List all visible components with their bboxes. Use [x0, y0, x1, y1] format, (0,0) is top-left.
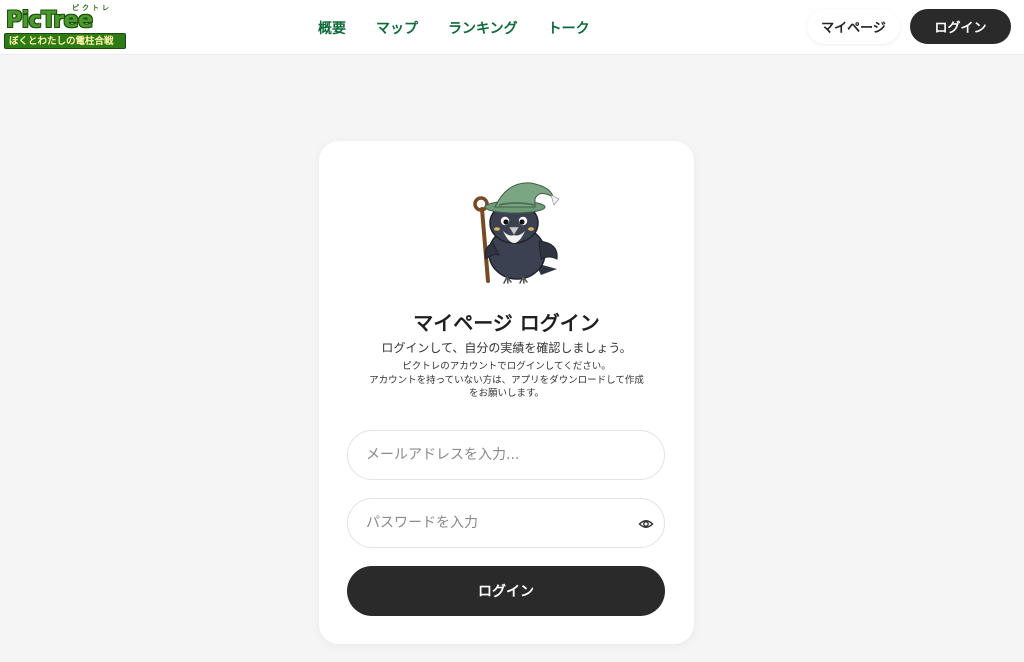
email-field-wrapper	[347, 430, 665, 480]
mypage-button[interactable]: マイページ	[807, 9, 900, 44]
card-description: ピクトレのアカウントでログインしてください。 アカウントを持っていない方は、アプ…	[339, 360, 674, 401]
nav-item-talk[interactable]: トーク	[548, 18, 590, 38]
login-card: マイページ ログイン ログインして、自分の実績を確認しましょう。 ピクトレのアカ…	[319, 141, 694, 644]
description-line: アカウントを持っていない方は、アプリをダウンロードして作成	[369, 374, 644, 386]
email-field[interactable]	[348, 431, 664, 479]
page-title: マイページ ログイン	[413, 311, 600, 335]
card-subtitle: ログインして、自分の実績を確認しましょう。	[381, 341, 632, 355]
eye-icon[interactable]	[638, 516, 654, 532]
logo-title: PicTree	[6, 8, 93, 33]
password-field-wrapper	[347, 498, 665, 548]
picTree-logo[interactable]: ピクトレ PicTree ぼくとわたしの電柱合戦	[4, 4, 128, 50]
login-submit-button[interactable]: ログイン	[347, 566, 665, 616]
nav-item-ranking[interactable]: ランキング	[448, 18, 518, 38]
site-header: ピクトレ PicTree ぼくとわたしの電柱合戦 概要 マップ ランキング トー…	[0, 0, 1024, 55]
logo-subtitle: ぼくとわたしの電柱合戦	[4, 33, 126, 49]
nav-item-map[interactable]: マップ	[376, 18, 418, 38]
password-field[interactable]	[348, 499, 664, 547]
description-line: ピクトレのアカウントでログインしてください。	[402, 361, 611, 372]
header-login-button[interactable]: ログイン	[910, 9, 1011, 44]
crow-wizard-mascot-icon	[459, 177, 569, 287]
main-nav: 概要 マップ ランキング トーク	[318, 0, 590, 55]
nav-item-overview[interactable]: 概要	[318, 18, 346, 38]
description-line: をお願いします。	[468, 388, 545, 399]
